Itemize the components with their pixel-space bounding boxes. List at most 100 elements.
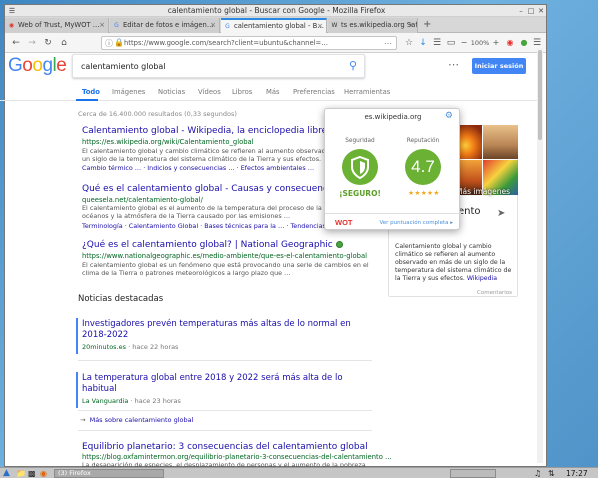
image-thumbnail[interactable] xyxy=(483,125,518,159)
news-meta: 20minutos.es · hace 22 horas xyxy=(82,343,179,351)
result-url: https://blog.oxfamintermon.org/equilibri… xyxy=(82,453,392,461)
network-icon[interactable]: ⇅ xyxy=(548,468,555,478)
share-icon[interactable]: ➤ xyxy=(497,208,505,219)
tab-calentamiento[interactable]: G calentamiento global - B… × xyxy=(221,18,327,33)
more-news-link[interactable]: → Más sobre calentamiento global xyxy=(80,416,193,424)
tab-wikipedia[interactable]: W ts es.wikipedia.org Safe… × xyxy=(328,18,418,33)
rating-stars: ★★★★★ xyxy=(408,189,440,197)
minimize-icon[interactable]: – xyxy=(517,7,525,15)
active-tab-indicator xyxy=(76,99,98,101)
tab-close-icon[interactable]: × xyxy=(408,18,414,33)
news-title[interactable]: La temperatura global entre 2018 y 2022 … xyxy=(82,373,362,395)
full-rating-link[interactable]: Ver puntuación completa ▸ xyxy=(379,220,453,226)
wikipedia-link[interactable]: Wikipedia xyxy=(467,275,497,282)
library-icon[interactable]: ☰ xyxy=(431,36,443,50)
result-snippet: El calentamiento global es un fenómeno q… xyxy=(82,261,369,277)
info-icon[interactable]: ⓘ xyxy=(105,38,113,49)
desktop-switcher[interactable] xyxy=(450,469,496,478)
reload-icon[interactable]: ↻ xyxy=(41,36,55,50)
tab-close-icon[interactable]: × xyxy=(317,20,323,33)
more-images-label[interactable]: Más imágenes xyxy=(456,187,510,196)
url-bar[interactable]: ⓘ 🔒 https://www.google.com/search?client… xyxy=(101,36,397,50)
google-logo[interactable]: Google xyxy=(8,55,67,77)
tab-label: ts es.wikipedia.org Safe… xyxy=(341,21,418,29)
result-url: queesela.net/calentamiento-global/ xyxy=(82,196,203,204)
home-icon[interactable]: ⌂ xyxy=(57,36,71,50)
news-accent-bar xyxy=(76,372,78,408)
wot-toolbar-icon[interactable]: ◉ xyxy=(505,36,515,50)
zoom-level[interactable]: 100% xyxy=(469,36,491,50)
window-title: calentamiento global - Buscar con Google… xyxy=(167,6,386,15)
file-manager-icon[interactable]: 📁 xyxy=(16,468,26,478)
vertical-scrollbar[interactable] xyxy=(537,48,543,463)
tab-noticias[interactable]: Noticias xyxy=(158,88,185,96)
result-url: https://www.nationalgeographic.es/medio-… xyxy=(82,252,368,260)
zoom-out-icon[interactable]: − xyxy=(459,36,469,50)
bookmark-star-icon[interactable]: ☆ xyxy=(403,36,415,50)
result-sitelinks[interactable]: Terminología · Calentamiento Global · Ba… xyxy=(82,222,326,230)
safe-status: ¡SEGURO! xyxy=(339,189,381,198)
search-input[interactable]: calentamiento global ⚲ xyxy=(72,54,365,78)
tab-editar[interactable]: G Editar de fotos e imágen… × xyxy=(110,18,220,33)
window-menu-icon[interactable]: ☰ xyxy=(8,7,16,15)
result-url: https://es.wikipedia.org/wiki/Calentamie… xyxy=(82,138,254,146)
feedback-link[interactable]: Comentarios xyxy=(477,290,512,296)
page-actions-icon[interactable]: … xyxy=(384,37,392,46)
news-title[interactable]: Investigadores prevén temperaturas más a… xyxy=(82,319,362,341)
title-bar: calentamiento global - Buscar con Google… xyxy=(5,5,546,17)
tab-bar: ◉ Web of Trust, MyWOT … × G Editar de fo… xyxy=(5,17,546,33)
downloads-icon[interactable]: ↓ xyxy=(417,36,429,50)
sign-in-button[interactable]: Iniciar sesión xyxy=(472,58,526,74)
extension-icon[interactable]: ● xyxy=(519,36,529,50)
maximize-icon[interactable]: □ xyxy=(527,7,535,15)
result-title[interactable]: Qué es el calentamiento global - Causas … xyxy=(82,184,341,194)
search-query: calentamiento global xyxy=(81,62,166,71)
wot-logo: WOT xyxy=(335,218,353,227)
firefox-icon[interactable]: ◉ xyxy=(40,468,50,478)
taskbar: ▲ 📁 ▩ ◉ (3) Firefox ♫ ⇅ 17:27 xyxy=(0,467,598,478)
google-icon: G xyxy=(225,23,230,30)
tab-herramientas[interactable]: Herramientas xyxy=(344,88,390,96)
clock[interactable]: 17:27 xyxy=(566,468,588,478)
scrollbar-thumb[interactable] xyxy=(538,50,542,140)
result-sitelinks[interactable]: Cambio térmico … · Indicios y consecuenc… xyxy=(82,164,314,172)
sidebar-icon[interactable]: ▭ xyxy=(445,36,457,50)
news-divider xyxy=(78,410,372,411)
wot-footer: WOT Ver puntuación completa ▸ xyxy=(325,213,461,231)
close-icon[interactable]: ✕ xyxy=(537,7,545,15)
start-menu-icon[interactable]: ▲ xyxy=(3,468,13,478)
search-icon[interactable]: ⚲ xyxy=(349,59,357,72)
url-text: https://www.google.com/search?client=ubu… xyxy=(124,39,329,47)
news-meta: La Vanguardia · hace 23 horas xyxy=(82,397,181,405)
tab-close-icon[interactable]: × xyxy=(99,18,105,33)
shield-badge xyxy=(342,149,378,185)
safety-label: Seguridad xyxy=(345,138,375,144)
result-title[interactable]: ¿Qué es el calentamiento global? | Natio… xyxy=(82,240,343,250)
new-tab-icon[interactable]: + xyxy=(423,19,431,30)
tab-videos[interactable]: Vídeos xyxy=(198,88,221,96)
tab-label: calentamiento global - B… xyxy=(234,22,325,30)
tab-imagenes[interactable]: Imágenes xyxy=(112,88,145,96)
tab-mas[interactable]: Más xyxy=(266,88,280,96)
zoom-in-icon[interactable]: + xyxy=(491,36,501,50)
wot-popup: es.wikipedia.org ⚙ Seguridad Reputación … xyxy=(324,108,461,231)
back-icon[interactable]: ← xyxy=(9,36,23,50)
shield-icon xyxy=(351,155,369,180)
tab-preferencias[interactable]: Preferencias xyxy=(293,88,335,96)
volume-icon[interactable]: ♫ xyxy=(534,468,541,478)
gear-icon[interactable]: ⚙ xyxy=(445,111,453,121)
wot-domain: es.wikipedia.org xyxy=(364,113,422,121)
tab-libros[interactable]: Libros xyxy=(232,88,252,96)
terminal-icon[interactable]: ▩ xyxy=(28,468,38,478)
tab-close-icon[interactable]: × xyxy=(210,18,216,33)
forward-icon[interactable]: → xyxy=(25,36,39,50)
news-divider xyxy=(78,360,372,361)
tab-todo[interactable]: Todo xyxy=(82,88,100,96)
result-title[interactable]: Calentamiento global - Wikipedia, la enc… xyxy=(82,126,338,136)
apps-grid-icon[interactable]: ⋯ xyxy=(448,58,459,71)
reputation-label: Reputación xyxy=(406,138,440,144)
wot-rating-icon[interactable] xyxy=(335,241,343,248)
navigation-bar: ← → ↻ ⌂ ⓘ 🔒 https://www.google.com/searc… xyxy=(5,33,546,53)
result-title[interactable]: Equilibrio planetario: 3 consecuencias d… xyxy=(82,442,368,452)
tab-wot[interactable]: ◉ Web of Trust, MyWOT … × xyxy=(5,18,109,33)
